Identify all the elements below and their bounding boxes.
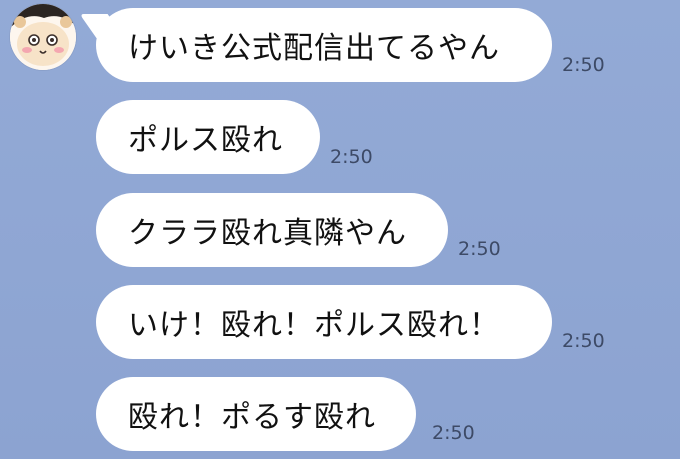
- message-timestamp: 2:50: [562, 54, 605, 76]
- message-text: ポルス殴れ: [128, 123, 283, 158]
- sender-avatar-icon[interactable]: [10, 4, 76, 70]
- message-timestamp: 2:50: [330, 146, 373, 168]
- message-text: 殴れ！ポるす殴れ: [128, 400, 376, 435]
- chat-area: けいき公式配信出てるやん 2:50 ポルス殴れ 2:50 クララ殴れ真隣やん 2…: [0, 0, 680, 459]
- message-text: クララ殴れ真隣やん: [128, 216, 407, 251]
- message-text: けいき公式配信出てるやん: [128, 31, 500, 66]
- message-bubble[interactable]: 殴れ！ポるす殴れ: [96, 377, 416, 451]
- message-bubble[interactable]: けいき公式配信出てるやん: [96, 8, 552, 82]
- message-timestamp: 2:50: [562, 330, 605, 352]
- message-bubble[interactable]: クララ殴れ真隣やん: [96, 193, 448, 267]
- message-text: いけ！殴れ！ポルス殴れ！: [128, 308, 500, 343]
- message-bubble[interactable]: ポルス殴れ: [96, 100, 320, 174]
- message-timestamp: 2:50: [458, 238, 501, 260]
- message-bubble[interactable]: いけ！殴れ！ポルス殴れ！: [96, 285, 552, 359]
- message-timestamp: 2:50: [432, 422, 475, 444]
